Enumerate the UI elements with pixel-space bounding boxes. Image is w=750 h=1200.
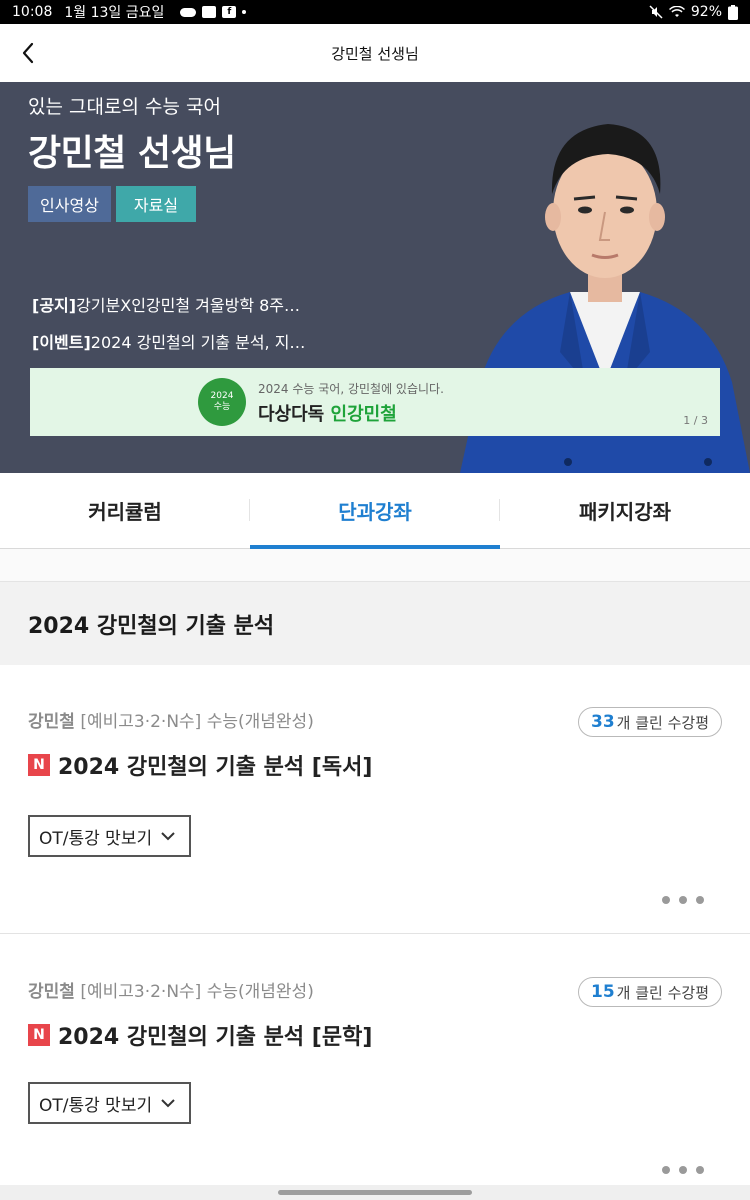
tab-packages[interactable]: 패키지강좌 (500, 473, 750, 548)
preview-dropdown[interactable]: OT/통강 맛보기 (28, 815, 191, 857)
teacher-hero: 있는 그대로의 수능 국어 강민철 선생님 인사영상 자료실 [공지]강기분X인… (0, 82, 750, 473)
tab-curriculum[interactable]: 커리큘럼 (0, 473, 250, 548)
course-target: [예비고3·2·N수] (80, 712, 202, 732)
seal-badge: 2024 수능 (198, 378, 246, 426)
tab-label: 단과강좌 (338, 500, 412, 524)
greeting-video-button[interactable]: 인사영상 (28, 186, 111, 222)
app-bar: 강민철 선생님 (0, 24, 750, 82)
dot-icon (242, 10, 247, 14)
seal-year: 2024 (210, 391, 234, 401)
new-badge: N (28, 1024, 50, 1046)
review-count: 33 (590, 712, 615, 732)
course-subject: 수능(개념완성) (206, 982, 314, 1002)
cloud-icon (180, 7, 197, 17)
tab-single-courses[interactable]: 단과강좌 (250, 473, 500, 549)
banner-page-indicator: 1 / 3 (683, 414, 708, 427)
status-bar: 10:08 1월 13일 금요일 f 92% (0, 0, 750, 24)
review-count: 15 (590, 982, 615, 1002)
materials-button[interactable]: 자료실 (116, 186, 196, 222)
event-text: 2024 강민철의 기출 분석, 지… (90, 333, 306, 352)
course-title[interactable]: N 2024 강민철의 기출 분석 [문학] (28, 1019, 372, 1051)
banner-caption: 2024 수능 국어, 강민철에 있습니다. (258, 382, 444, 396)
hero-subtitle: 있는 그대로의 수능 국어 (28, 96, 221, 118)
status-date: 1월 13일 금요일 (64, 5, 165, 21)
back-button[interactable] (8, 33, 48, 73)
review-count-pill[interactable]: 15 개 클린 수강평 (577, 977, 722, 1007)
facebook-icon: f (222, 6, 237, 18)
more-options-button[interactable] (662, 1163, 704, 1177)
course-card[interactable]: 강민철 [예비고3·2·N수] 수능(개념완성) 33 개 클린 수강평 N 20… (0, 665, 750, 934)
banner-headline-green: 인강민철 (330, 404, 397, 425)
tab-label: 패키지강좌 (579, 500, 671, 524)
twitch-icon (202, 6, 217, 18)
review-count-pill[interactable]: 33 개 클린 수강평 (577, 707, 722, 737)
review-label: 개 클린 수강평 (616, 713, 709, 732)
status-time: 10:08 (12, 4, 53, 20)
home-indicator[interactable] (278, 1190, 472, 1195)
hero-title: 강민철 선생님 (28, 133, 236, 174)
notice-item[interactable]: [공지]강기분X인강민철 겨울방학 8주… (32, 292, 300, 316)
course-title[interactable]: N 2024 강민철의 기출 분석 [독서] (28, 749, 372, 781)
mute-icon (649, 5, 663, 19)
course-target: [예비고3·2·N수] (80, 982, 202, 1002)
battery-percent: 92% (690, 4, 722, 20)
page-title: 강민철 선생님 (331, 44, 419, 63)
banner-headline: 다상다독 인강민철 (258, 400, 397, 426)
new-badge: N (28, 754, 50, 776)
course-title-text: 2024 강민철의 기출 분석 [문학] (58, 1025, 373, 1050)
seal-label: 수능 (213, 402, 231, 412)
tab-label: 커리큘럼 (88, 500, 162, 524)
chevron-down-icon (161, 1099, 175, 1108)
course-card[interactable]: 강민철 [예비고3·2·N수] 수능(개념완성) 15 개 클린 수강평 N 20… (0, 935, 750, 1185)
course-meta: 강민철 [예비고3·2·N수] 수능(개념완성) (28, 707, 314, 732)
preview-label: OT/통강 맛보기 (39, 1095, 153, 1116)
course-tabs: 커리큘럼 단과강좌 패키지강좌 (0, 473, 750, 549)
battery-icon (728, 4, 738, 20)
banner-headline-plain: 다상다독 (258, 404, 325, 425)
section-header: 2024 강민철의 기출 분석 (0, 581, 750, 665)
course-title-text: 2024 강민철의 기출 분석 [독서] (58, 755, 373, 780)
event-tag: [이벤트] (32, 333, 91, 352)
review-label: 개 클린 수강평 (616, 983, 709, 1002)
chevron-down-icon (161, 832, 175, 841)
promo-banner[interactable]: 2024 수능 2024 수능 국어, 강민철에 있습니다. 다상다독 인강민철… (30, 368, 720, 436)
course-teacher: 강민철 (28, 712, 75, 732)
notice-text: 강기분X인강민철 겨울방학 8주… (76, 296, 301, 315)
wifi-icon (668, 6, 685, 17)
preview-dropdown[interactable]: OT/통강 맛보기 (28, 1082, 191, 1124)
chevron-left-icon (22, 42, 34, 64)
course-meta: 강민철 [예비고3·2·N수] 수능(개념완성) (28, 977, 314, 1002)
course-teacher: 강민철 (28, 982, 75, 1002)
preview-label: OT/통강 맛보기 (39, 828, 153, 849)
spacer (0, 549, 750, 581)
event-item[interactable]: [이벤트]2024 강민철의 기출 분석, 지… (32, 329, 305, 353)
section-title: 2024 강민철의 기출 분석 (28, 613, 275, 639)
course-subject: 수능(개념완성) (206, 712, 314, 732)
notice-tag: [공지] (32, 296, 77, 315)
more-options-button[interactable] (662, 893, 704, 907)
